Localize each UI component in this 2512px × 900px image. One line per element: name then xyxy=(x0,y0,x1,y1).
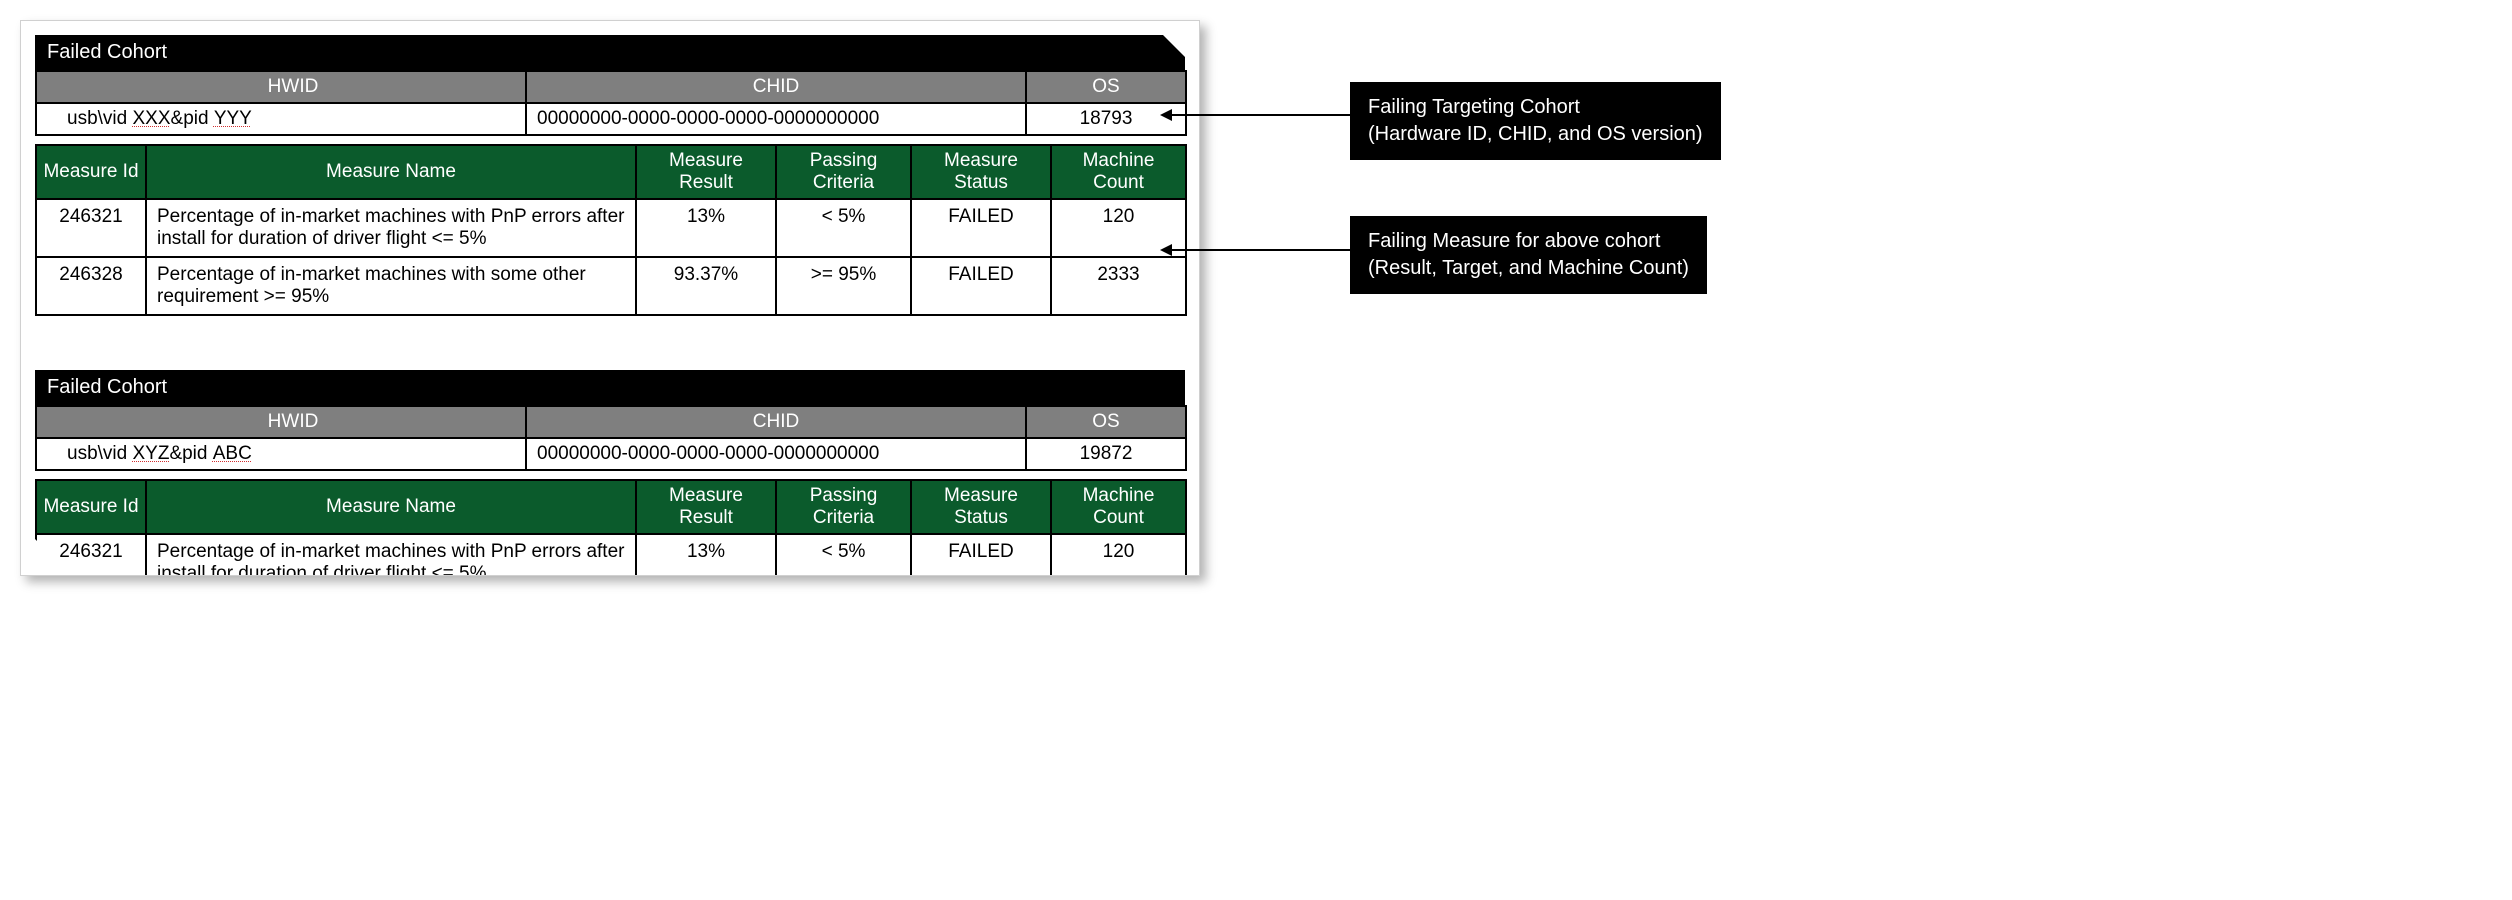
hwid-part-b: ABC xyxy=(213,443,252,464)
mh-status: Measure Status xyxy=(911,145,1051,199)
m-crit: < 5% xyxy=(776,199,911,257)
col-header-os: OS xyxy=(1026,71,1186,103)
cell-chid: 00000000-0000-0000-0000-0000000000 xyxy=(526,438,1026,470)
mh-result: Measure Result xyxy=(636,480,776,534)
cohort-title: Failed Cohort xyxy=(35,370,1185,405)
annotation-arrow xyxy=(1170,249,1350,251)
mh-result: Measure Result xyxy=(636,145,776,199)
cell-chid: 00000000-0000-0000-0000-0000000000 xyxy=(526,103,1026,135)
mh-count: Machine Count xyxy=(1051,145,1186,199)
mh-name: Measure Name xyxy=(146,145,636,199)
mh-crit: Passing Criteria xyxy=(776,145,911,199)
mh-name: Measure Name xyxy=(146,480,636,534)
annotation-line: Failing Measure for above cohort xyxy=(1368,230,1660,252)
hwid-part-a: XYZ xyxy=(132,443,169,464)
cell-os: 19872 xyxy=(1026,438,1186,470)
m-result: 13% xyxy=(636,199,776,257)
cohort-row: usb\vid XXX&pid YYY 00000000-0000-0000-0… xyxy=(36,103,1186,135)
hwid-part-b: YYY xyxy=(214,108,252,129)
m-count: 120 xyxy=(1051,534,1186,576)
m-crit: < 5% xyxy=(776,534,911,576)
col-header-hwid: HWID xyxy=(36,71,526,103)
annotation-line: (Hardware ID, CHID, and OS version) xyxy=(1368,123,1703,145)
cohort-header-table: HWID CHID OS usb\vid XYZ&pid ABC 0000000… xyxy=(35,405,1187,471)
measure-row: 246321 Percentage of in-market machines … xyxy=(36,199,1186,257)
col-header-hwid: HWID xyxy=(36,406,526,438)
corner-cut-top-right xyxy=(1148,20,1200,72)
cohort-row: usb\vid XYZ&pid ABC 00000000-0000-0000-0… xyxy=(36,438,1186,470)
m-result: 93.37% xyxy=(636,257,776,315)
cell-hwid: usb\vid XYZ&pid ABC xyxy=(36,438,526,470)
m-id: 246328 xyxy=(36,257,146,315)
measure-row: 246321 Percentage of in-market machines … xyxy=(36,534,1186,576)
cohort-header-table: HWID CHID OS usb\vid XXX&pid YYY 0000000… xyxy=(35,70,1187,136)
m-name: Percentage of in-market machines with Pn… xyxy=(146,199,636,257)
mh-id: Measure Id xyxy=(36,145,146,199)
hwid-mid: &pid xyxy=(171,108,209,129)
mh-crit: Passing Criteria xyxy=(776,480,911,534)
diagram-stage: Failed Cohort HWID CHID OS usb\vid XXX&p… xyxy=(20,20,2492,880)
mh-status: Measure Status xyxy=(911,480,1051,534)
measures-table: Measure Id Measure Name Measure Result P… xyxy=(35,479,1187,576)
m-status: FAILED xyxy=(911,257,1051,315)
annotation-arrow xyxy=(1170,114,1350,116)
corner-cut-bottom-left xyxy=(20,524,72,576)
report-card: Failed Cohort HWID CHID OS usb\vid XXX&p… xyxy=(20,20,1200,576)
annotation-line: (Result, Target, and Machine Count) xyxy=(1368,257,1689,279)
m-count: 2333 xyxy=(1051,257,1186,315)
hwid-prefix: usb\vid xyxy=(67,108,127,129)
m-status: FAILED xyxy=(911,534,1051,576)
cohort-title: Failed Cohort xyxy=(35,35,1185,70)
annotation-cohort: Failing Targeting Cohort (Hardware ID, C… xyxy=(1350,82,1721,160)
col-header-chid: CHID xyxy=(526,71,1026,103)
m-result: 13% xyxy=(636,534,776,576)
annotation-line: Failing Targeting Cohort xyxy=(1368,96,1580,118)
cell-hwid: usb\vid XXX&pid YYY xyxy=(36,103,526,135)
hwid-mid: &pid xyxy=(169,443,207,464)
hwid-part-a: XXX xyxy=(132,108,170,129)
m-name: Percentage of in-market machines with so… xyxy=(146,257,636,315)
m-crit: >= 95% xyxy=(776,257,911,315)
col-header-chid: CHID xyxy=(526,406,1026,438)
m-id: 246321 xyxy=(36,199,146,257)
annotation-measure: Failing Measure for above cohort (Result… xyxy=(1350,216,1707,294)
m-status: FAILED xyxy=(911,199,1051,257)
measure-row: 246328 Percentage of in-market machines … xyxy=(36,257,1186,315)
mh-count: Machine Count xyxy=(1051,480,1186,534)
measures-table: Measure Id Measure Name Measure Result P… xyxy=(35,144,1187,316)
hwid-prefix: usb\vid xyxy=(67,443,127,464)
m-name: Percentage of in-market machines with Pn… xyxy=(146,534,636,576)
col-header-os: OS xyxy=(1026,406,1186,438)
